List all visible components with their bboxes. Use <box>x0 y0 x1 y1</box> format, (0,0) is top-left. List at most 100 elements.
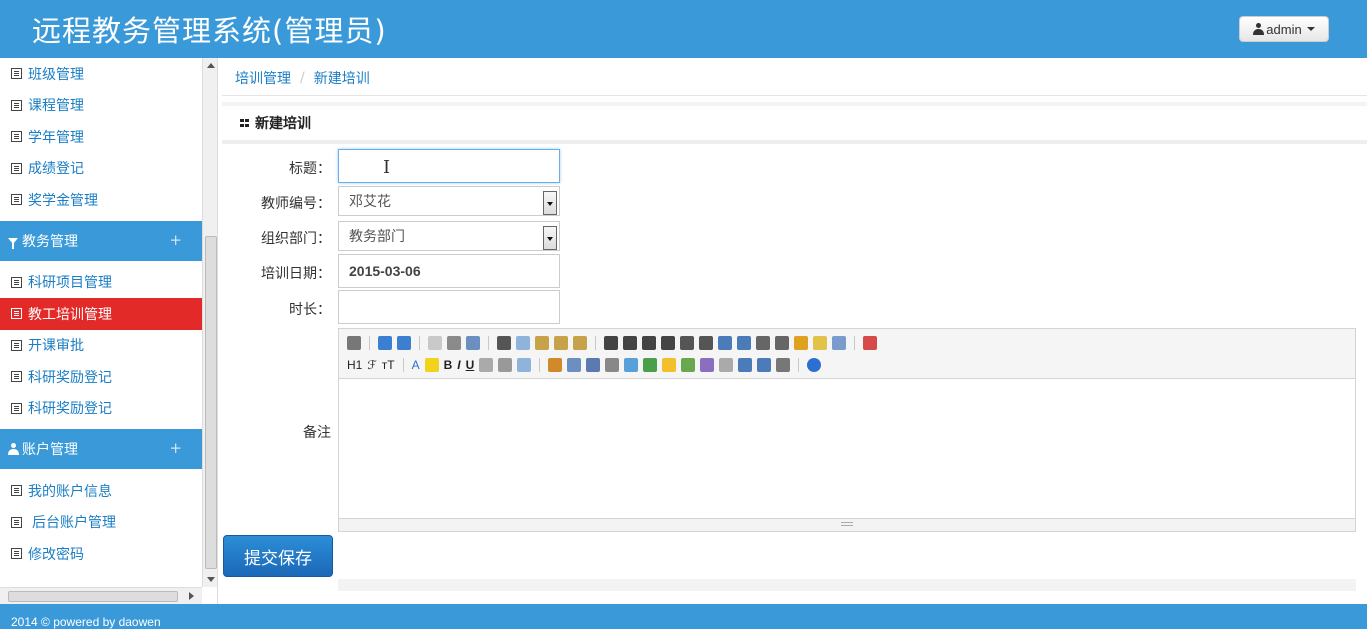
sidebar-item-admin-accounts[interactable]: 后台账户管理 <box>0 507 202 539</box>
paste-icon[interactable] <box>535 336 549 350</box>
sidebar-item-course[interactable]: 课程管理 <box>0 90 202 122</box>
breadcrumb-current[interactable]: 新建培训 <box>314 68 370 88</box>
sidebar-item-change-password[interactable]: 修改密码 <box>0 538 202 570</box>
indent-icon[interactable] <box>718 336 732 350</box>
sidebar-item-class[interactable]: 班级管理 <box>0 58 202 90</box>
table-icon[interactable] <box>624 358 639 372</box>
font-size-button[interactable]: тT <box>382 358 395 372</box>
font-family-button[interactable]: ℱ <box>367 358 376 372</box>
preview-icon[interactable] <box>428 336 442 350</box>
title-input[interactable]: I <box>338 149 560 183</box>
attachment-icon[interactable] <box>605 358 620 372</box>
sidebar-item-label: 学年管理 <box>28 129 84 146</box>
user-menu-button[interactable]: admin <box>1239 16 1329 42</box>
outdent-icon[interactable] <box>737 336 751 350</box>
editor-content-area[interactable] <box>339 379 1355 518</box>
sidebar-item-school-year[interactable]: 学年管理 <box>0 121 202 153</box>
unlink-icon[interactable] <box>776 358 791 372</box>
flash-icon[interactable] <box>586 358 601 372</box>
italic-button[interactable]: I <box>457 358 460 372</box>
sidebar-item-scholarship[interactable]: 奖学金管理 <box>0 184 202 216</box>
dropdown-arrow-icon[interactable] <box>543 226 557 250</box>
sidebar-horizontal-scrollbar[interactable] <box>0 587 202 604</box>
map-icon[interactable] <box>681 358 696 372</box>
note-label: 备注 <box>303 425 331 441</box>
form-bottom-strip <box>338 579 1356 591</box>
date-input[interactable]: 2015-03-06 <box>338 254 560 288</box>
editor-resize-handle[interactable] <box>339 518 1355 531</box>
scroll-right-icon[interactable] <box>189 592 194 600</box>
anchor-icon[interactable] <box>738 358 753 372</box>
align-right-icon[interactable] <box>642 336 656 350</box>
scroll-up-icon[interactable] <box>207 63 215 68</box>
scroll-thumb[interactable] <box>8 591 178 602</box>
footer-text: 2014 © powered by daowen <box>11 615 161 629</box>
rich-text-editor[interactable]: H1 ℱ тT A B I U <box>338 328 1356 532</box>
link-icon[interactable] <box>757 358 772 372</box>
sidebar-item-research-awards[interactable]: 科研奖励登记 <box>0 361 202 393</box>
subscript-icon[interactable] <box>756 336 770 350</box>
page-break-icon[interactable] <box>719 358 734 372</box>
teacher-select[interactable]: 邓艾花 <box>338 186 560 216</box>
image-icon[interactable] <box>548 358 563 372</box>
sidebar-item-grades[interactable]: 成绩登记 <box>0 153 202 185</box>
emoticon-icon[interactable] <box>662 358 677 372</box>
template-icon[interactable] <box>466 336 480 350</box>
bold-button[interactable]: B <box>444 358 453 372</box>
submit-save-button[interactable]: 提交保存 <box>223 535 333 577</box>
source-icon[interactable] <box>347 336 361 350</box>
scroll-thumb[interactable] <box>205 236 217 569</box>
sidebar-list: 班级管理 课程管理 学年管理 成绩登记 奖学金管理 教务管理 + 科研项目管理 … <box>0 58 202 570</box>
fullscreen-icon[interactable] <box>863 336 877 350</box>
sidebar-item-research-awards-2[interactable]: 科研奖励登记 <box>0 393 202 425</box>
superscript-icon[interactable] <box>775 336 789 350</box>
sidebar-group-account[interactable]: 账户管理 + <box>0 429 202 469</box>
multi-image-icon[interactable] <box>567 358 582 372</box>
eraser-icon[interactable] <box>517 358 532 372</box>
expand-icon[interactable]: + <box>169 231 182 249</box>
toolbar-row-1 <box>347 332 1347 354</box>
scroll-down-icon[interactable] <box>207 577 215 582</box>
undo-icon[interactable] <box>378 336 392 350</box>
highlight-icon[interactable] <box>424 358 439 372</box>
select-all-icon[interactable] <box>813 336 827 350</box>
list-icon <box>11 276 22 288</box>
font-color-button[interactable]: A <box>412 358 420 372</box>
list-icon <box>11 402 22 414</box>
title-label: 标题： <box>289 161 331 177</box>
dropdown-arrow-icon[interactable] <box>543 191 557 215</box>
duration-input[interactable] <box>338 290 560 324</box>
sidebar-group-academic[interactable]: 教务管理 + <box>0 220 202 261</box>
paste-text-icon[interactable] <box>554 336 568 350</box>
cut-icon[interactable] <box>497 336 511 350</box>
redo-icon[interactable] <box>397 336 411 350</box>
clear-format-icon[interactable] <box>794 336 808 350</box>
ordered-list-icon[interactable] <box>680 336 694 350</box>
strikethrough-icon[interactable] <box>479 358 494 372</box>
heading-button[interactable]: H1 <box>347 358 362 372</box>
paste-word-icon[interactable] <box>573 336 587 350</box>
sidebar-item-course-approval[interactable]: 开课审批 <box>0 330 202 362</box>
help-icon[interactable] <box>807 358 822 372</box>
teacher-label: 教师编号： <box>261 196 331 212</box>
sidebar-item-research-projects[interactable]: 科研项目管理 <box>0 267 202 299</box>
cursor-icon[interactable] <box>832 336 846 350</box>
unordered-list-icon[interactable] <box>699 336 713 350</box>
dept-select[interactable]: 教务部门 <box>338 221 560 251</box>
insert-row-icon[interactable] <box>643 358 658 372</box>
breadcrumb-parent-link[interactable]: 培训管理 <box>235 68 291 88</box>
underline-button[interactable]: U <box>466 358 475 372</box>
align-center-icon[interactable] <box>623 336 637 350</box>
sidebar-item-staff-training[interactable]: 教工培训管理 <box>0 298 202 330</box>
print-icon[interactable] <box>447 336 461 350</box>
align-left-icon[interactable] <box>604 336 618 350</box>
expand-icon[interactable]: + <box>169 439 182 457</box>
horizontal-rule-icon[interactable] <box>498 358 513 372</box>
footer: 2014 © powered by daowen <box>0 604 1367 629</box>
duration-label: 时长： <box>289 302 331 318</box>
sidebar-item-my-account[interactable]: 我的账户信息 <box>0 475 202 507</box>
copy-icon[interactable] <box>516 336 530 350</box>
align-justify-icon[interactable] <box>661 336 675 350</box>
sidebar-vertical-scrollbar[interactable] <box>202 58 217 587</box>
code-icon[interactable] <box>700 358 715 372</box>
